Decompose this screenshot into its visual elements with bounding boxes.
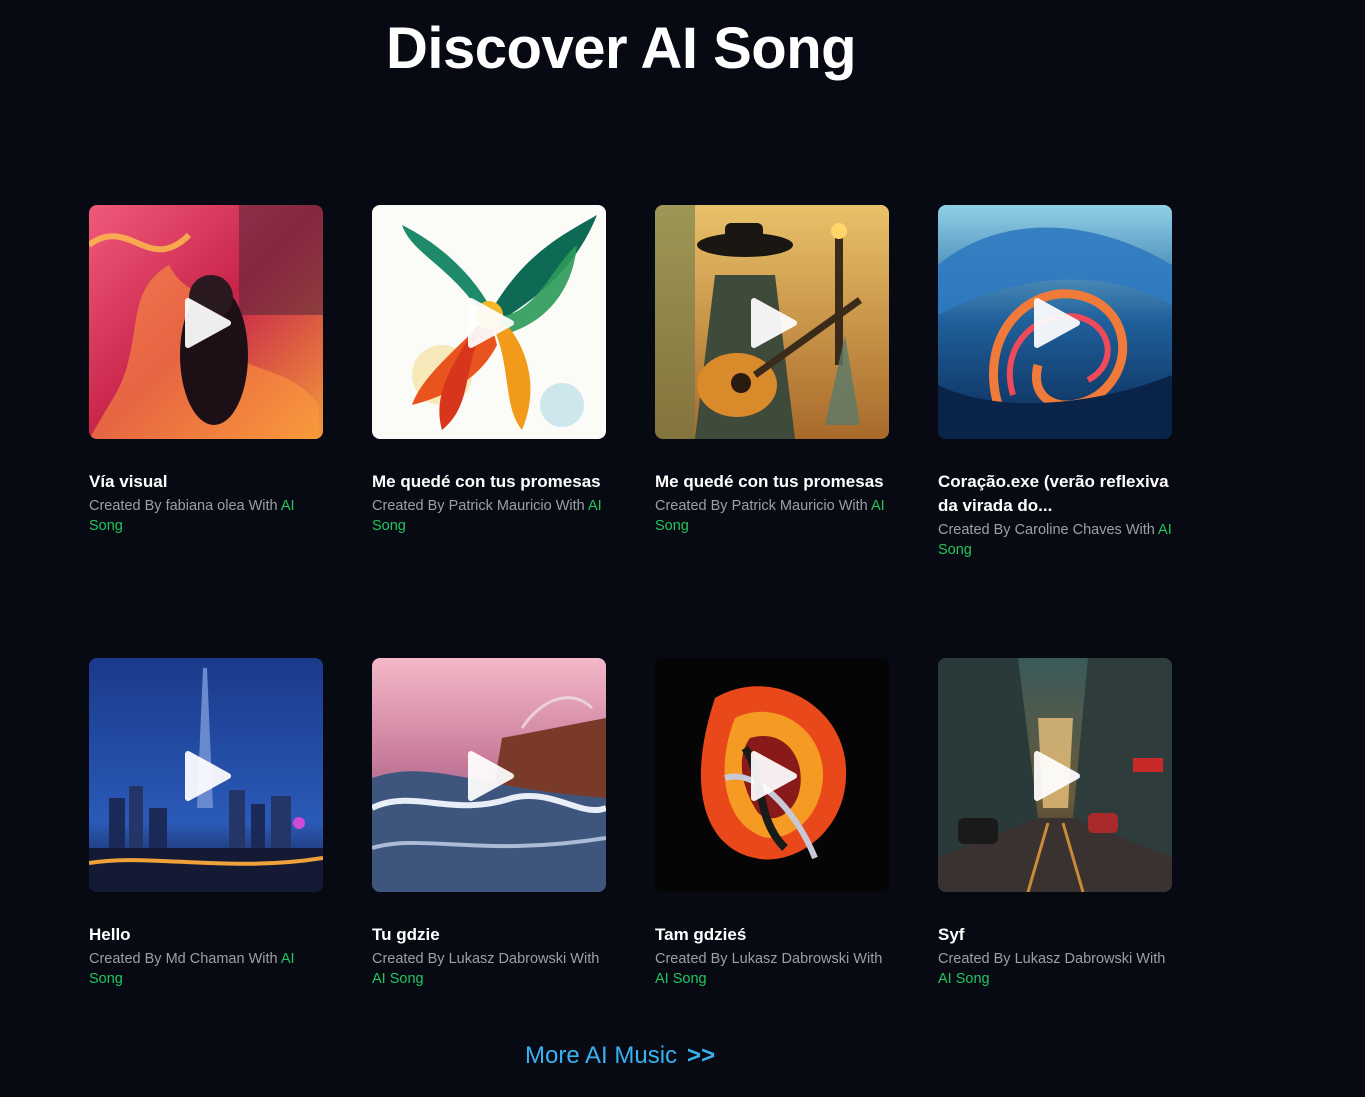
more-ai-music-link[interactable]: More AI Music >> — [525, 1040, 715, 1072]
created-by-label: Created By — [372, 498, 445, 514]
created-by-label: Created By — [938, 951, 1011, 967]
created-by-label: Created By — [655, 498, 728, 514]
song-cover[interactable] — [89, 658, 323, 892]
creator-name: Md Chaman — [165, 951, 245, 967]
play-icon[interactable] — [1031, 750, 1081, 802]
song-title[interactable]: Coração.exe (verão reflexiva da virada d… — [938, 470, 1172, 518]
song-title[interactable]: Vía visual — [89, 470, 323, 494]
song-title[interactable]: Tam gdzieś — [655, 923, 889, 947]
song-card[interactable]: Vía visual Created By fabiana olea With … — [89, 205, 323, 658]
with-label: With — [555, 498, 585, 514]
play-icon[interactable] — [465, 750, 515, 802]
play-icon[interactable] — [1031, 297, 1081, 349]
song-cover[interactable] — [938, 205, 1172, 439]
created-by-label: Created By — [89, 498, 162, 514]
creator-name: Caroline Chaves — [1014, 522, 1122, 538]
song-card[interactable]: Hello Created By Md Chaman With AI Song — [89, 658, 323, 1097]
creator-name: Patrick Mauricio — [448, 498, 552, 514]
song-cover[interactable] — [938, 658, 1172, 892]
song-title[interactable]: Hello — [89, 923, 323, 947]
song-card[interactable]: Syf Created By Lukasz Dabrowski With AI … — [938, 658, 1172, 1097]
with-label: With — [248, 498, 278, 514]
created-by-label: Created By — [938, 522, 1011, 538]
song-credit: Created By Patrick Mauricio With AI Song — [655, 496, 889, 536]
with-label: With — [248, 951, 278, 967]
song-title[interactable]: Tu gdzie — [372, 923, 606, 947]
song-title[interactable]: Me quedé con tus promesas — [655, 470, 889, 494]
play-icon[interactable] — [748, 297, 798, 349]
song-credit: Created By Caroline Chaves With AI Song — [938, 520, 1172, 560]
brand-link[interactable]: AI Song — [938, 971, 990, 987]
song-grid: Vía visual Created By fabiana olea With … — [89, 205, 1172, 1097]
song-card[interactable]: Tam gdzieś Created By Lukasz Dabrowski W… — [655, 658, 889, 1097]
song-credit: Created By Patrick Mauricio With AI Song — [372, 496, 606, 536]
song-card[interactable]: Me quedé con tus promesas Created By Pat… — [372, 205, 606, 658]
song-card[interactable]: Tu gdzie Created By Lukasz Dabrowski Wit… — [372, 658, 606, 1097]
created-by-label: Created By — [372, 951, 445, 967]
brand-link[interactable]: AI Song — [372, 971, 424, 987]
song-cover[interactable] — [655, 658, 889, 892]
song-credit: Created By Lukasz Dabrowski With AI Song — [655, 949, 889, 989]
song-card[interactable]: Me quedé con tus promesas Created By Pat… — [655, 205, 889, 658]
with-label: With — [838, 498, 868, 514]
song-title[interactable]: Me quedé con tus promesas — [372, 470, 606, 494]
play-icon[interactable] — [182, 750, 232, 802]
with-label: With — [570, 951, 600, 967]
play-icon[interactable] — [465, 297, 515, 349]
song-card[interactable]: Coração.exe (verão reflexiva da virada d… — [938, 205, 1172, 658]
song-credit: Created By Lukasz Dabrowski With AI Song — [938, 949, 1172, 989]
with-label: With — [1125, 522, 1155, 538]
created-by-label: Created By — [655, 951, 728, 967]
song-title[interactable]: Syf — [938, 923, 1172, 947]
creator-name: Patrick Mauricio — [731, 498, 835, 514]
song-credit: Created By Md Chaman With AI Song — [89, 949, 323, 989]
creator-name: Lukasz Dabrowski — [731, 951, 850, 967]
double-chevron-right-icon: >> — [687, 1042, 716, 1069]
more-link-label: More AI Music — [525, 1042, 678, 1069]
with-label: With — [853, 951, 883, 967]
song-cover[interactable] — [89, 205, 323, 439]
creator-name: fabiana olea — [165, 498, 245, 514]
song-credit: Created By fabiana olea With AI Song — [89, 496, 323, 536]
song-cover[interactable] — [372, 205, 606, 439]
page: Discover AI Song Vía visual Created By f… — [0, 0, 1365, 1097]
play-icon[interactable] — [182, 297, 232, 349]
page-title: Discover AI Song — [386, 16, 857, 81]
song-cover[interactable] — [655, 205, 889, 439]
creator-name: Lukasz Dabrowski — [1014, 951, 1133, 967]
brand-link[interactable]: AI Song — [655, 971, 707, 987]
song-cover[interactable] — [372, 658, 606, 892]
song-credit: Created By Lukasz Dabrowski With AI Song — [372, 949, 606, 989]
play-icon[interactable] — [748, 750, 798, 802]
with-label: With — [1136, 951, 1166, 967]
creator-name: Lukasz Dabrowski — [448, 951, 567, 967]
created-by-label: Created By — [89, 951, 162, 967]
